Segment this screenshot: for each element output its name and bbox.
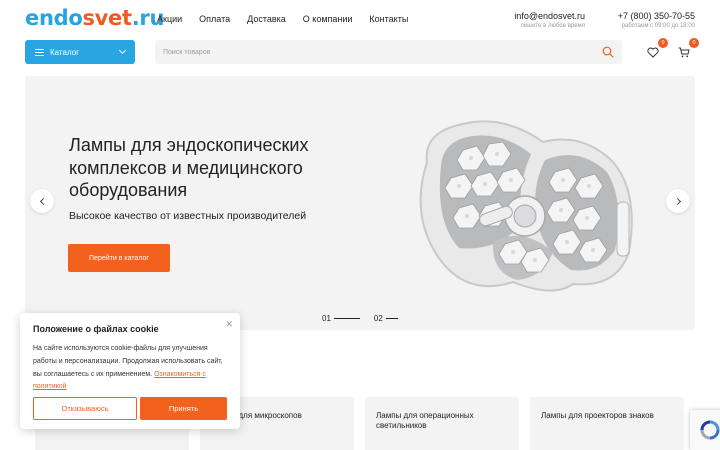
menu-icon [35,48,44,56]
catalog-button[interactable]: Каталог [25,40,135,64]
slide-number: 02 [373,314,383,323]
cookie-consent-popup: Положение о файлах cookie ✕ На сайте исп… [20,313,240,429]
recaptcha-badge[interactable] [690,410,720,450]
favorites-button[interactable]: 0 [642,38,668,63]
nav-link-delivery[interactable]: Доставка [247,14,286,24]
chevron-left-icon [39,197,47,205]
slider-next-button[interactable] [666,189,690,213]
search-bar [155,40,622,64]
nav-link-promotions[interactable]: Акции [157,14,182,24]
chevron-down-icon [118,46,127,55]
slider-prev-button[interactable] [30,189,54,213]
heart-icon [647,47,659,58]
category-card-surgical-lights[interactable]: Лампы для операционных светильников [365,397,519,450]
cookie-text: На сайте используются cookie-файлы для у… [33,343,228,394]
cookie-refuse-button[interactable]: Отказываюсь [33,397,137,420]
cart-button[interactable]: 0 [673,38,699,63]
catalog-button-label: Каталог [50,47,80,57]
recaptcha-icon [700,420,720,440]
close-icon[interactable]: ✕ [225,319,233,330]
category-card-projectors[interactable]: Лампы для проекторов знаков [530,397,684,450]
chevron-right-icon [673,197,681,205]
surgical-lamp-image [419,120,633,292]
category-card-label: Лампы для операционных светильников [376,411,474,430]
search-input[interactable] [155,40,575,64]
go-to-catalog-button[interactable]: Перейти в каталог [68,244,170,272]
email-link[interactable]: info@endosvet.ru [514,11,585,21]
logo-part-svet: svet [82,6,132,30]
nav-link-about[interactable]: О компании [303,14,353,24]
cookie-accept-button[interactable]: Принять [140,397,227,420]
slide-indicator-1[interactable]: 01 [322,314,360,323]
working-hours: работаем с 09:00 до 18:00 [621,23,695,29]
hero-subtitle: Высокое качество от известных производит… [69,210,307,222]
slide-line [385,318,398,319]
slide-number: 01 [322,314,331,323]
cart-icon [678,47,690,57]
logo-part-endo: endo [25,6,83,30]
site-logo[interactable]: endosvet.ru [25,6,164,30]
favorites-count-badge: 0 [658,38,668,48]
hero-banner: Лампы для эндоскопических комплексов и м… [25,76,695,330]
email-note: пишите в любое время [520,23,585,29]
active-slide-line [333,318,360,319]
slider-pagination: 01 02 [322,314,412,323]
category-card-label: Лампы для проекторов знаков [541,411,654,420]
nav-link-payment[interactable]: Оплата [199,14,230,24]
search-icon[interactable] [602,46,614,58]
phone-contact: +7 (800) 350-70-55 работаем с 09:00 до 1… [618,11,695,29]
phone-link[interactable]: +7 (800) 350-70-55 [618,11,695,21]
slide-indicator-2[interactable]: 02 [374,314,398,323]
nav-link-contacts[interactable]: Контакты [369,14,408,24]
cart-count-badge: 0 [689,38,699,48]
email-contact: info@endosvet.ru пишите в любое время [514,11,585,29]
hero-title: Лампы для эндоскопических комплексов и м… [69,135,309,200]
top-navigation: Акции Оплата Доставка О компании Контакт… [157,14,425,24]
cookie-title: Положение о файлах cookie [33,324,159,334]
